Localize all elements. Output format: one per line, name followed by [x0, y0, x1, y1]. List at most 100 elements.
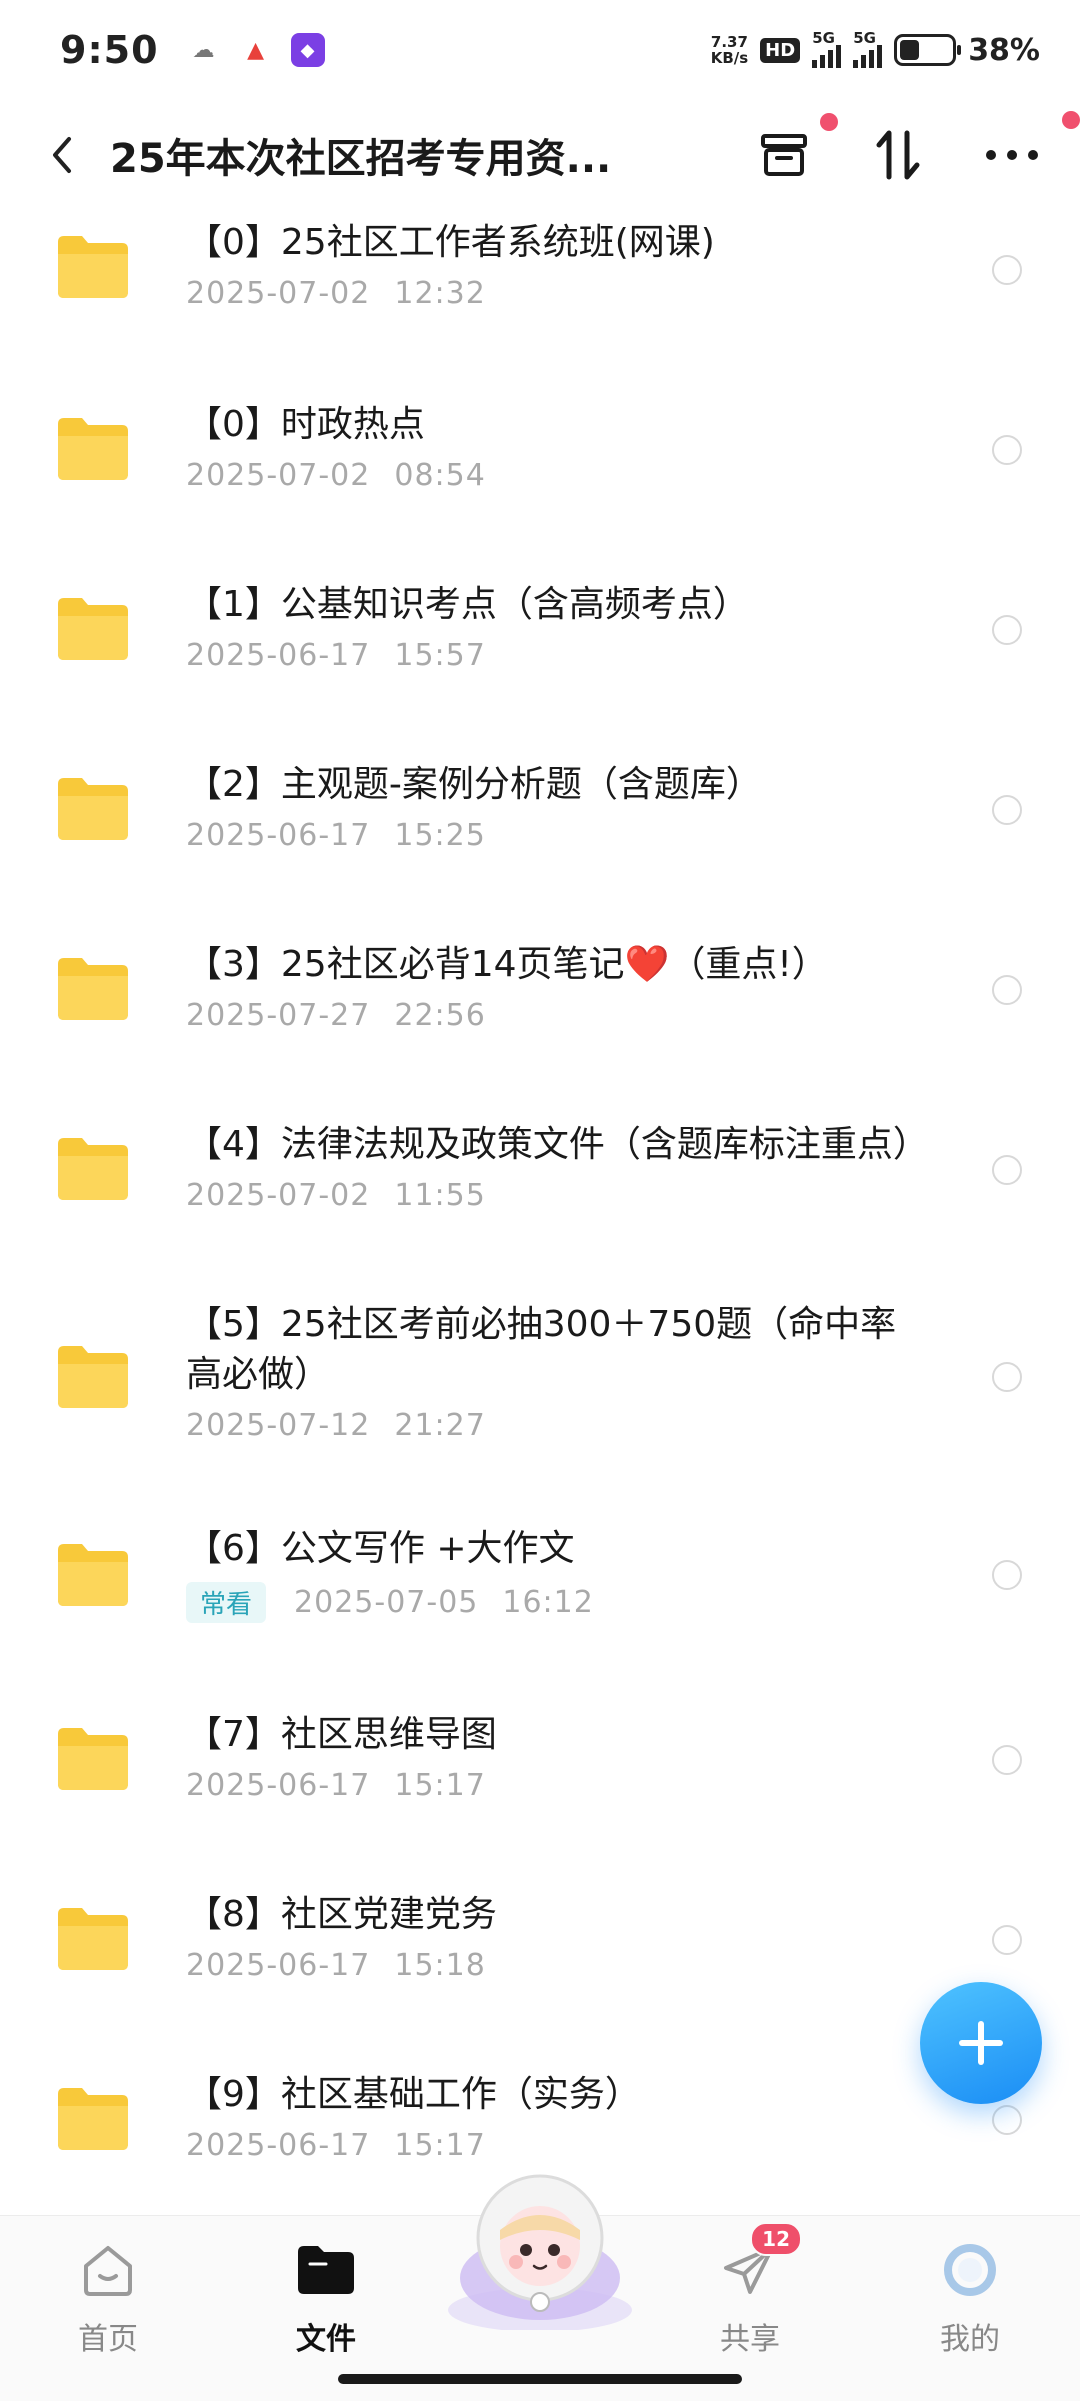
select-radio[interactable] — [992, 615, 1022, 645]
folder-time: 16:12 — [502, 1585, 594, 1620]
folder-icon — [58, 1138, 128, 1200]
battery-icon — [894, 34, 962, 66]
tab-share-label: 共享 — [720, 2322, 780, 2357]
tab-share[interactable]: 12 共享 — [680, 2222, 820, 2358]
back-button[interactable] — [40, 125, 84, 185]
folder-date: 2025-07-02 — [186, 1178, 371, 1213]
tab-home[interactable]: 首页 — [38, 2240, 178, 2358]
network-speed: 7.37 KB/s — [710, 33, 749, 67]
top-app-bar: 25年本次社区招考专用资... — [0, 100, 1080, 210]
add-button[interactable] — [920, 1982, 1042, 2104]
folder-time: 15:25 — [394, 818, 486, 853]
folder-date: 2025-06-17 — [186, 1948, 371, 1983]
folder-date: 2025-07-27 — [186, 998, 371, 1033]
folder-date: 2025-06-17 — [186, 638, 371, 673]
folder-name: 【8】社区党建党务 — [186, 1894, 497, 1935]
select-radio[interactable] — [992, 1925, 1022, 1955]
archive-icon — [761, 134, 807, 176]
select-radio[interactable] — [992, 255, 1022, 285]
folder-date: 2025-07-05 — [294, 1585, 479, 1620]
cloud-app-icon: ☁ — [192, 37, 215, 63]
select-radio[interactable] — [992, 435, 1022, 465]
plus-icon — [959, 2021, 1003, 2065]
select-radio[interactable] — [992, 795, 1022, 825]
folder-name: 【3】25社区必背14页笔记❤️（重点!） — [186, 944, 828, 985]
select-radio[interactable] — [992, 1155, 1022, 1185]
file-list: 【0】25社区工作者系统班(网课) 2025-07-02 12:32 【0】时政热… — [0, 210, 1080, 2240]
folder-name: 【5】25社区考前必抽300＋750题（命中率高必做） — [186, 1304, 897, 1395]
folder-icon — [58, 958, 128, 1020]
folder-time: 11:55 — [394, 1178, 486, 1213]
status-time: 9:50 — [60, 28, 159, 72]
boat-app-icon: ▲ — [247, 37, 264, 63]
folder-filled-icon — [298, 2246, 354, 2294]
folder-icon — [58, 2088, 128, 2150]
purple-app-icon: ◆ — [290, 33, 325, 67]
select-radio[interactable] — [992, 1362, 1022, 1392]
list-item[interactable]: 【7】社区思维导图 2025-06-17 15:17 — [0, 1700, 1080, 1880]
folder-icon — [58, 1728, 128, 1790]
select-radio[interactable] — [992, 2105, 1022, 2135]
share-badge: 12 — [750, 2222, 802, 2256]
folder-time: 15:18 — [394, 1948, 486, 1983]
select-radio[interactable] — [992, 1745, 1022, 1775]
folder-date: 2025-06-17 — [186, 818, 371, 853]
notification-dot — [1062, 111, 1080, 129]
mascot-button[interactable] — [440, 2160, 640, 2330]
folder-time: 12:32 — [394, 276, 486, 311]
folder-time: 15:17 — [394, 2128, 486, 2163]
more-dots-icon — [986, 150, 1038, 160]
folder-name: 【1】公基知识考点（含高频考点） — [186, 584, 749, 625]
folder-name: 【0】时政热点 — [186, 404, 425, 445]
battery-percent: 38% — [968, 32, 1040, 68]
signal-icon: 5G — [853, 29, 883, 68]
folder-name: 【2】主观题-案例分析题（含题库） — [186, 764, 762, 805]
archive-button[interactable] — [756, 113, 838, 183]
frequently-viewed-tag: 常看 — [186, 1582, 267, 1623]
notification-dot — [820, 113, 838, 131]
folder-icon — [58, 1544, 128, 1606]
folder-date: 2025-06-17 — [186, 2128, 371, 2163]
list-item[interactable]: 【0】时政热点 2025-07-02 08:54 — [0, 390, 1080, 570]
folder-time: 15:57 — [394, 638, 486, 673]
tab-me-label: 我的 — [940, 2322, 1000, 2357]
select-radio[interactable] — [992, 975, 1022, 1005]
list-item[interactable]: 【5】25社区考前必抽300＋750题（命中率高必做） 2025-07-12 21… — [0, 1290, 1080, 1520]
folder-date: 2025-07-02 — [186, 458, 371, 493]
list-item[interactable]: 【3】25社区必背14页笔记❤️（重点!） 2025-07-27 22:56 — [0, 930, 1080, 1110]
folder-icon — [58, 1908, 128, 1970]
list-item[interactable]: 【4】法律法规及政策文件（含题库标注重点） 2025-07-02 11:55 — [0, 1110, 1080, 1290]
folder-icon — [58, 778, 128, 840]
page-title: 25年本次社区招考专用资... — [110, 136, 612, 182]
folder-icon — [58, 598, 128, 660]
profile-ring-icon — [944, 2244, 996, 2296]
folder-name: 【6】公文写作 +大作文 — [186, 1528, 575, 1569]
tab-home-label: 首页 — [78, 2322, 138, 2357]
folder-time: 22:56 — [394, 998, 486, 1033]
folder-name: 【9】社区基础工作（实务） — [186, 2074, 641, 2115]
select-radio[interactable] — [992, 1560, 1022, 1590]
folder-name: 【0】25社区工作者系统班(网课) — [186, 222, 715, 263]
folder-icon — [58, 418, 128, 480]
more-options-button[interactable] — [984, 111, 1080, 183]
folder-icon — [58, 236, 128, 298]
folder-time: 15:17 — [394, 1768, 486, 1803]
folder-time: 21:27 — [394, 1408, 486, 1443]
folder-date: 2025-07-12 — [186, 1408, 371, 1443]
status-bar: 9:50 ☁ ▲ ◆ 7.37 KB/s HD 5G 5G 38% — [0, 0, 1080, 100]
chevron-left-icon — [53, 137, 71, 173]
tab-me[interactable]: 我的 — [900, 2240, 1040, 2358]
sort-button[interactable] — [870, 127, 926, 183]
list-item[interactable]: 【2】主观题-案例分析题（含题库） 2025-06-17 15:25 — [0, 750, 1080, 930]
list-item[interactable]: 【1】公基知识考点（含高频考点） 2025-06-17 15:57 — [0, 570, 1080, 750]
tab-files[interactable]: 文件 — [256, 2240, 396, 2358]
tab-files-label: 文件 — [296, 2322, 356, 2357]
folder-date: 2025-07-02 — [186, 276, 371, 311]
list-item[interactable]: 【8】社区党建党务 2025-06-17 15:18 — [0, 1880, 1080, 2060]
folder-name: 【4】法律法规及政策文件（含题库标注重点） — [186, 1124, 929, 1165]
list-item[interactable]: 【0】25社区工作者系统班(网课) 2025-07-02 12:32 — [0, 210, 1080, 390]
folder-time: 08:54 — [394, 458, 486, 493]
folder-icon — [58, 1346, 128, 1408]
hd-badge: HD — [760, 37, 801, 63]
list-item[interactable]: 【6】公文写作 +大作文 常看 2025-07-05 16:12 — [0, 1520, 1080, 1700]
